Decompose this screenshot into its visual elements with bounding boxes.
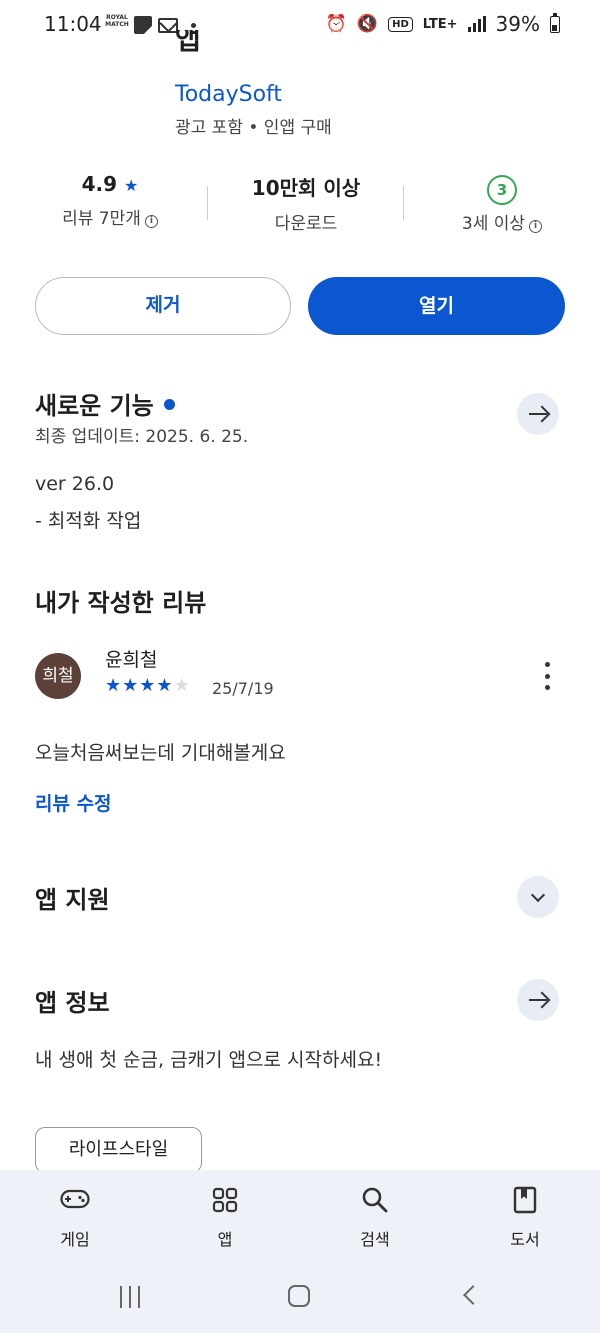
info-icon: i	[529, 220, 543, 233]
downloads-value: 10만회 이상	[251, 176, 361, 200]
age-label: 3세 이상	[461, 214, 526, 234]
app-support-expand-button[interactable]	[517, 876, 559, 918]
whats-new-title: 새로운 기능	[35, 392, 154, 420]
rating-stat[interactable]: 4.9 ★ 리뷰 7만개 i	[40, 172, 180, 229]
my-review-title: 내가 작성한 리뷰	[35, 589, 207, 617]
rating-label: 리뷰 7만개	[62, 209, 141, 229]
reviewer-name: 윤희철	[105, 649, 158, 671]
star-filled-icon: ★	[139, 675, 157, 696]
more-notifications-dot	[191, 23, 196, 28]
app-info-title: 앱 정보	[35, 989, 110, 1017]
nav-apps[interactable]: 앱	[175, 1184, 275, 1250]
system-navigation-bar	[0, 1282, 600, 1312]
developer-link[interactable]: TodaySoft	[175, 82, 282, 107]
recent-apps-button[interactable]	[120, 1286, 140, 1308]
star-icon: ★	[124, 176, 139, 195]
apps-grid-icon	[175, 1184, 275, 1216]
stat-divider	[207, 186, 208, 220]
nav-search[interactable]: 검색	[325, 1184, 425, 1250]
more-options-icon[interactable]	[540, 662, 554, 690]
arrow-right-icon	[529, 413, 547, 415]
age-badge-row: 3	[432, 175, 572, 205]
app-description: 내 생애 첫 순금, 금캐기 앱으로 시작하세요!	[35, 1049, 383, 1071]
back-button[interactable]	[463, 1285, 483, 1305]
age-rating-badge: 3	[487, 175, 517, 205]
last-updated: 최종 업데이트: 2025. 6. 25.	[35, 427, 249, 447]
nav-label: 도서	[510, 1230, 540, 1249]
battery-icon	[550, 12, 560, 33]
status-bar: 11:04 ROYAL MATCH ⏰ 🔇 HD LTE+ 39%	[0, 0, 600, 52]
category-chip[interactable]: 라이프스타일	[35, 1127, 202, 1173]
alarm-icon: ⏰	[325, 14, 347, 34]
gamepad-icon	[25, 1184, 125, 1216]
star-filled-icon: ★	[105, 675, 123, 696]
review-stars: ★★★★★	[105, 675, 191, 696]
avatar: 희철	[35, 653, 81, 699]
version-note: - 최적화 작업	[35, 510, 142, 532]
app-info-arrow-button[interactable]	[517, 979, 559, 1021]
app-title: 앱	[175, 30, 201, 56]
lte-indicator: LTE+	[422, 16, 458, 32]
rating-label-row: 리뷰 7만개 i	[40, 204, 180, 229]
age-label-row: 3세 이상 i	[432, 209, 572, 234]
whats-new-arrow-button[interactable]	[517, 393, 559, 435]
chevron-down-icon	[530, 887, 546, 902]
nav-label: 게임	[60, 1230, 90, 1249]
nav-games[interactable]: 게임	[25, 1184, 125, 1250]
app-meta: 광고 포함 • 인앱 구매	[175, 118, 332, 138]
rating-value-row: 4.9 ★	[40, 172, 180, 196]
stats-row: 4.9 ★ 리뷰 7만개 i 10만회 이상 다운로드 3 3세 이상 i	[0, 172, 600, 242]
status-time: 11:04	[44, 12, 102, 36]
royal-match-notification-icon: ROYAL MATCH	[105, 14, 129, 28]
search-icon	[325, 1184, 425, 1216]
home-button[interactable]	[288, 1285, 310, 1307]
stat-divider	[403, 186, 404, 220]
book-icon	[475, 1184, 575, 1216]
star-empty-icon: ★	[173, 675, 191, 696]
age-rating-stat[interactable]: 3 3세 이상 i	[432, 175, 572, 234]
star-filled-icon: ★	[122, 675, 140, 696]
rating-value: 4.9	[81, 172, 118, 196]
new-indicator-dot	[163, 399, 175, 410]
notification-icon	[134, 16, 152, 34]
arrow-right-icon	[529, 999, 547, 1001]
downloads-stat: 10만회 이상 다운로드	[226, 172, 386, 234]
whats-new-title-row: 새로운 기능	[35, 386, 175, 421]
info-icon: i	[144, 215, 158, 228]
hd-voice-icon: HD	[388, 16, 413, 32]
bottom-navigation: 게임 앱 검색 도서	[0, 1170, 600, 1333]
remove-button[interactable]: 제거	[35, 277, 291, 335]
star-filled-icon: ★	[156, 675, 174, 696]
status-right-icons: ⏰ 🔇 HD LTE+ 39%	[326, 12, 560, 36]
nav-label: 앱	[217, 1230, 233, 1249]
mute-icon: 🔇	[356, 14, 379, 34]
app-support-title[interactable]: 앱 지원	[35, 880, 110, 915]
version-text: ver 26.0	[35, 473, 115, 495]
nav-books[interactable]: 도서	[475, 1184, 575, 1250]
nav-label: 검색	[360, 1230, 390, 1249]
review-date: 25/7/19	[212, 679, 274, 698]
battery-percent: 39%	[495, 12, 540, 36]
signal-icon	[467, 16, 486, 32]
open-button[interactable]: 열기	[308, 277, 565, 335]
downloads-label: 다운로드	[274, 214, 338, 234]
edit-review-link[interactable]: 리뷰 수정	[35, 789, 112, 816]
review-text: 오늘처음써보는데 기대해볼게요	[35, 742, 286, 764]
app-details-page: 11:04 ROYAL MATCH ⏰ 🔇 HD LTE+ 39% 앱 Toda…	[0, 0, 600, 1333]
